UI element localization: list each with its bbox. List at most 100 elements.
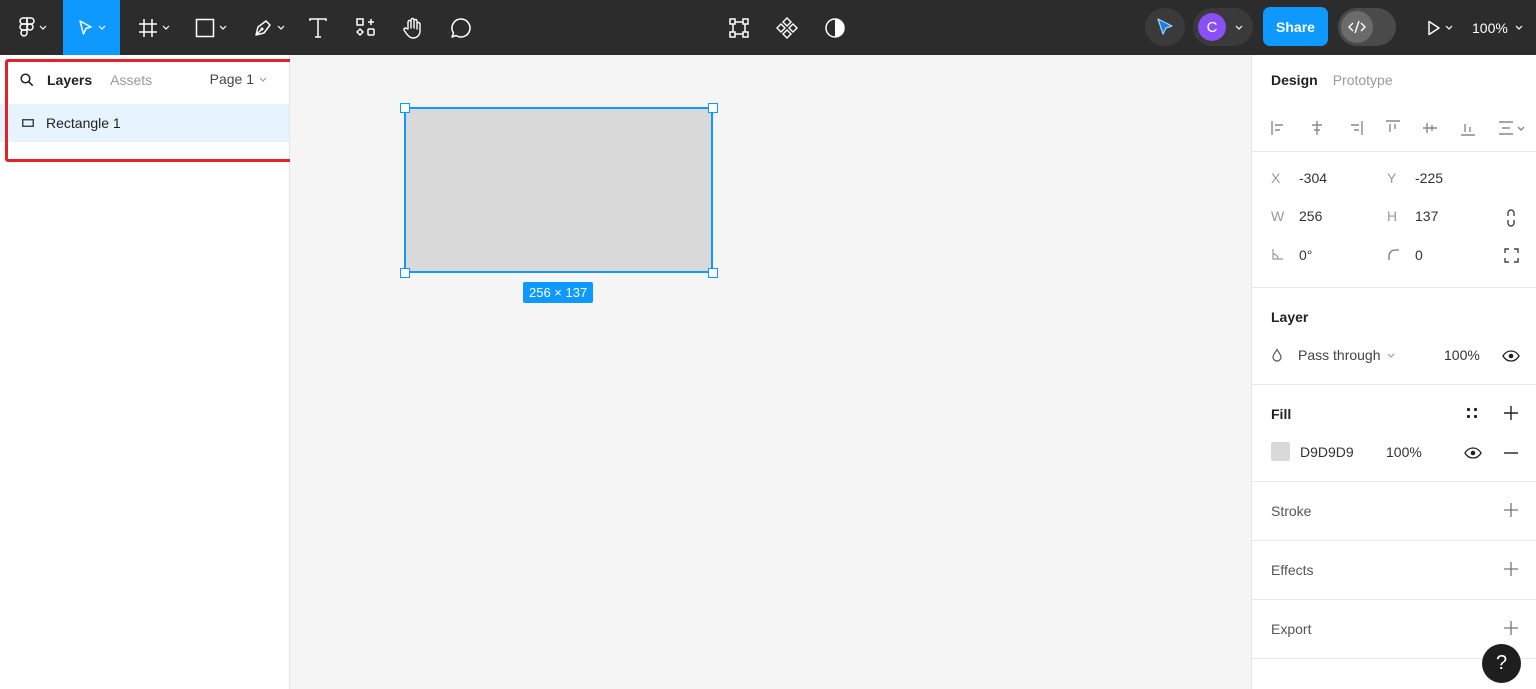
comment-tool-button[interactable] [445,0,477,55]
resize-handle-bottom-left[interactable] [400,268,410,278]
blend-mode-select[interactable]: Pass through [1271,347,1395,363]
align-center-v-button[interactable] [1422,120,1460,136]
edit-object-icon [729,17,749,38]
effects-section: Effects [1252,541,1536,600]
present-icon [1428,20,1440,35]
align-bottom-icon [1461,123,1476,136]
resize-handle-top-right[interactable] [708,103,718,113]
fill-styles-button[interactable] [1466,407,1478,419]
chevron-down-icon [1235,25,1243,30]
align-right-button[interactable] [1347,120,1385,136]
eye-icon [1464,447,1482,459]
zoom-menu[interactable]: 100% [1472,0,1523,55]
tab-prototype[interactable]: Prototype [1333,72,1393,88]
toolbar: C Share 100% [0,0,1536,55]
text-tool-icon [309,17,327,38]
user-avatar-menu[interactable]: C [1193,8,1253,46]
resources-button[interactable] [350,0,382,55]
chevron-down-icon [98,25,105,30]
height-field[interactable]: H 137 [1387,208,1438,224]
selected-rectangle[interactable] [404,107,713,273]
corner-radius-icon [1388,249,1399,260]
stroke-section: Stroke [1252,482,1536,541]
chevron-down-icon [1387,353,1394,358]
eye-icon [1502,350,1520,362]
text-tool-button[interactable] [302,0,334,55]
pen-tool-icon [255,19,271,36]
figma-menu-button[interactable] [10,0,55,55]
x-value: -304 [1299,170,1328,186]
chevron-down-icon [162,25,170,30]
align-left-button[interactable] [1271,120,1309,136]
align-top-button[interactable] [1385,119,1423,136]
fill-visibility-button[interactable] [1464,447,1482,459]
rectangle-tool-icon [195,18,215,37]
y-value: -225 [1415,170,1444,186]
frame-tool-icon [139,18,157,37]
layer-visibility-button[interactable] [1502,350,1520,362]
add-stroke-button[interactable] [1504,503,1518,517]
component-button[interactable] [771,0,803,55]
align-center-h-button[interactable] [1309,120,1347,136]
pen-tool-button[interactable] [248,0,290,55]
constrain-proportions-button[interactable] [1505,209,1517,227]
h-label: H [1387,208,1398,224]
w-label: W [1271,208,1285,224]
right-panel: Design Prototype X -304 Y -225 W 256 H 1… [1251,55,1536,689]
rotation-field[interactable]: 0° [1271,247,1312,263]
width-field[interactable]: W 256 [1271,208,1322,224]
fill-swatch[interactable] [1271,442,1290,461]
mask-button[interactable] [819,0,851,55]
plus-icon [1504,406,1518,420]
blend-mode-value: Pass through [1298,347,1381,363]
align-bottom-button[interactable] [1460,120,1498,136]
layer-section: Layer Pass through 100% [1252,288,1536,385]
resize-handle-top-left[interactable] [400,103,410,113]
minus-icon [1504,452,1518,454]
tab-design[interactable]: Design [1271,72,1318,88]
edit-object-button[interactable] [723,0,755,55]
frame-tool-button[interactable] [133,0,175,55]
move-tool-button[interactable] [63,0,120,55]
x-label: X [1271,170,1281,186]
corner-radius-field[interactable]: 0 [1387,247,1423,263]
fill-color-row[interactable]: D9D9D9 [1271,442,1354,461]
chevron-down-icon [277,25,285,30]
layer-opacity[interactable]: 100% [1444,347,1480,363]
x-field[interactable]: X -304 [1271,170,1327,186]
share-button[interactable]: Share [1263,7,1328,46]
align-center-horizontal-icon [1311,120,1322,135]
align-center-vertical-icon [1423,122,1438,133]
chevron-down-icon [39,25,46,30]
fill-hex[interactable]: D9D9D9 [1300,444,1354,460]
add-effect-button[interactable] [1504,562,1518,576]
plus-icon [1504,562,1518,576]
remove-fill-button[interactable] [1504,452,1518,454]
distribute-icon [1499,120,1525,135]
layer-section-title: Layer [1271,309,1309,325]
h-value: 137 [1415,208,1439,224]
alignment-toolbar [1252,104,1536,152]
w-value: 256 [1299,208,1323,224]
help-button[interactable]: ? [1482,644,1521,683]
y-field[interactable]: Y -225 [1387,170,1443,186]
size-badge: 256 × 137 [523,282,594,303]
shape-tool-button[interactable] [190,0,232,55]
rotation-icon [1272,249,1283,260]
move-tool-icon [78,19,92,35]
distribute-button[interactable] [1498,120,1536,136]
mask-icon [825,17,845,38]
export-section-title: Export [1271,621,1312,637]
add-export-button[interactable] [1504,621,1518,635]
figma-menu-icon [18,16,35,37]
independent-corners-button[interactable] [1504,248,1519,263]
dev-mode-toggle[interactable] [1338,8,1396,46]
droplet-icon [1272,348,1282,362]
hand-tool-button[interactable] [397,0,429,55]
rotation-icon-wrap [1271,247,1299,263]
fill-opacity[interactable]: 100% [1386,444,1422,460]
resize-handle-bottom-right[interactable] [708,268,718,278]
multiplayer-cursor-button[interactable] [1145,8,1185,46]
present-button[interactable] [1420,0,1460,55]
add-fill-button[interactable] [1504,406,1518,420]
